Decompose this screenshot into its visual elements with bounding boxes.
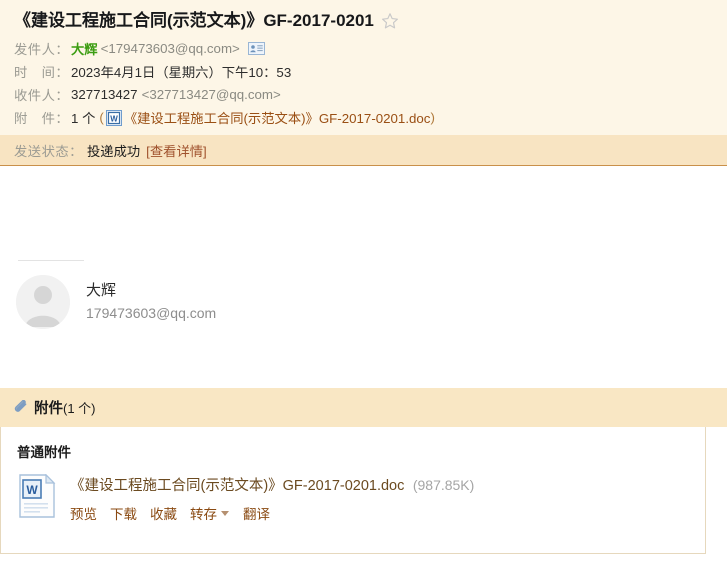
mail-header: 《建设工程施工合同(示范文本)》GF-2017-0201 发件人： 大辉 <17… <box>0 0 727 166</box>
sender-label: 发件人： <box>14 42 70 57</box>
star-outline-icon[interactable] <box>381 12 399 30</box>
save-to-link[interactable]: 转存 <box>190 503 217 523</box>
attachment-label: 附 件： <box>14 111 70 126</box>
recipient-name[interactable]: 327713427 <box>71 87 138 102</box>
recipient-address[interactable]: <327713427@qq.com> <box>142 87 281 102</box>
sender-name[interactable]: 大辉 <box>71 39 98 58</box>
attachment-count: 1 个 <box>71 111 96 126</box>
open-paren: ( <box>99 110 104 125</box>
chevron-down-icon[interactable] <box>221 510 229 516</box>
view-detail-link[interactable]: [查看详情] <box>146 141 207 160</box>
close-paren: ) <box>430 110 435 125</box>
svg-text:W: W <box>110 114 118 123</box>
send-status-value: 投递成功 <box>86 143 141 159</box>
sender-address[interactable]: <179473603@qq.com> <box>101 41 240 56</box>
favorite-link[interactable]: 收藏 <box>150 503 177 523</box>
subject-row: 《建设工程施工合同(示范文本)》GF-2017-0201 <box>0 9 727 37</box>
signature-name: 大辉 <box>86 282 117 299</box>
svg-text:W: W <box>26 483 38 497</box>
attachment-item-name-row: 《建设工程施工合同(示范文本)》GF-2017-0201.doc (987.85… <box>70 476 474 496</box>
attachment-actions: 预览 下载 收藏 转存 翻译 <box>70 503 474 523</box>
recipient-row: 收件人： 327713427 <327713427@qq.com> <box>0 83 727 106</box>
attachment-panel: 附件 (1 个) 普通附件 W 《建设工程施工合同(示范文本)》GF-2017-… <box>0 388 727 554</box>
send-status-label: 发送状态： <box>14 143 83 159</box>
recipient-label: 收件人： <box>14 88 70 103</box>
attachment-panel-header: 附件 (1 个) <box>0 388 727 427</box>
signature-card: 大辉 179473603@qq.com <box>0 275 727 329</box>
time-label: 时 间： <box>14 65 70 80</box>
download-link[interactable]: 下载 <box>110 503 137 523</box>
attachment-section-title: 普通附件 <box>17 445 71 460</box>
attachment-file-size: (987.85K) <box>412 477 475 493</box>
attachment-list-item: W 《建设工程施工合同(示范文本)》GF-2017-0201.doc (987.… <box>17 473 705 523</box>
translate-link[interactable]: 翻译 <box>243 503 270 523</box>
attachment-row: 附 件： 1 个 ( W 《建设工程施工合同(示范文本)》GF-2017-020… <box>0 106 727 129</box>
attachment-panel-content: 普通附件 W 《建设工程施工合同(示范文本)》GF-2017-0201.doc … <box>0 427 706 554</box>
word-doc-icon: W <box>105 109 122 126</box>
signature-text: 大辉 179473603@qq.com <box>86 280 216 324</box>
sender-row: 发件人： 大辉 <179473603@qq.com> <box>0 37 727 60</box>
page-title: 《建设工程施工合同(示范文本)》GF-2017-0201 <box>14 11 374 30</box>
attachment-panel-count: (1 个) <box>63 401 96 416</box>
mail-body: 大辉 179473603@qq.com <box>0 166 727 388</box>
signature-divider <box>18 260 84 261</box>
attachment-file-link[interactable]: 《建设工程施工合同(示范文本)》GF-2017-0201.doc <box>124 108 431 127</box>
signature-email: 179473603@qq.com <box>86 305 217 321</box>
word-doc-icon[interactable]: W <box>17 473 57 518</box>
attachment-item-info: 《建设工程施工合同(示范文本)》GF-2017-0201.doc (987.85… <box>70 474 474 523</box>
default-avatar-icon <box>16 275 70 329</box>
time-row: 时 间： 2023年4月1日（星期六）下午10：53 <box>0 60 727 83</box>
time-value: 2023年4月1日（星期六）下午10：53 <box>71 65 292 80</box>
preview-link[interactable]: 预览 <box>70 503 97 523</box>
contact-card-icon[interactable] <box>247 42 265 55</box>
paperclip-icon <box>14 399 29 415</box>
send-status-bar: 发送状态： 投递成功 [查看详情] <box>0 135 727 166</box>
attachment-file-name[interactable]: 《建设工程施工合同(示范文本)》GF-2017-0201.doc <box>70 478 404 494</box>
attachment-panel-title: 附件 <box>34 401 63 417</box>
